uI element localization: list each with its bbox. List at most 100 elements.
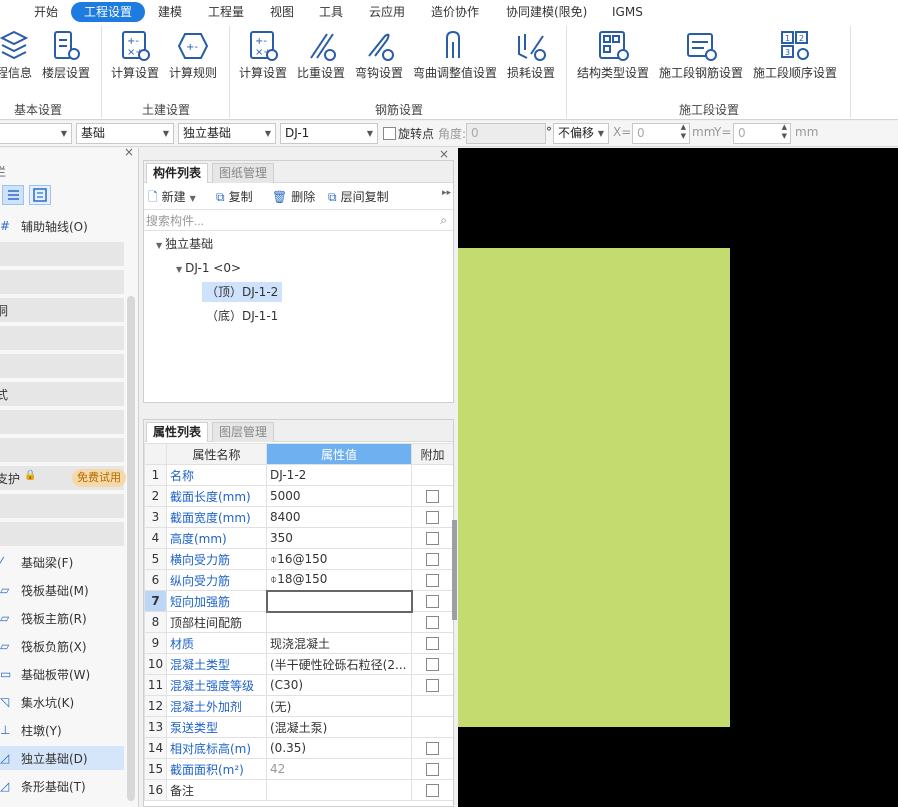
section-order-settings-button[interactable]: 123 施工段顺序设置	[750, 26, 840, 86]
property-row[interactable]: 12 混凝土外加剂 (无)	[144, 695, 453, 717]
new-button[interactable]: 🗋 新建 ▼	[148, 188, 196, 209]
bend-adjust-settings-button[interactable]: 弯曲调整值设置	[410, 26, 500, 86]
property-row[interactable]: 9 材质 现浇混凝土	[144, 632, 453, 654]
nav-item-style[interactable]: 式	[0, 382, 124, 406]
additional-checkbox[interactable]	[426, 490, 439, 503]
nav-item[interactable]	[0, 494, 124, 518]
property-row[interactable]: 7 短向加强筋	[144, 589, 453, 613]
property-row[interactable]: 14 相对底标高(m) (0.35)	[144, 737, 453, 759]
additional-checkbox[interactable]	[426, 679, 439, 692]
nav-item[interactable]	[0, 438, 124, 462]
property-row[interactable]: 1 名称 DJ-1-2	[144, 464, 453, 486]
nav-item-opening[interactable]: 洞	[0, 298, 124, 322]
nav-item-raft-negative-rebar[interactable]: ▱ 筏板负筋(X)	[0, 634, 124, 658]
menu-modeling[interactable]: 建模	[158, 2, 182, 22]
nav-item-sump-pit[interactable]: ◹ 集水坑(K)	[0, 690, 124, 714]
nav-item[interactable]	[0, 242, 124, 266]
close-icon[interactable]: ×	[124, 148, 134, 159]
delete-button[interactable]: 🗑 删除	[272, 188, 315, 205]
tree-leaf-bottom[interactable]: （底）DJ-1-1	[206, 306, 278, 326]
property-row[interactable]: 4 高度(mm) 350	[144, 527, 453, 549]
copy-button[interactable]: ⧉ 复制	[216, 188, 253, 205]
property-value[interactable]: (C30)	[266, 674, 412, 696]
tab-drawing-management[interactable]: 图纸管理	[212, 163, 275, 183]
menu-quantity[interactable]: 工程量	[208, 2, 244, 22]
nav-item-column-pier[interactable]: ⊥ 柱墩(Y)	[0, 718, 124, 742]
component-select[interactable]: DJ-1 ▼	[280, 123, 378, 144]
more-tools-icon[interactable]: ▸▸	[442, 188, 451, 198]
additional-checkbox[interactable]	[426, 532, 439, 545]
property-value[interactable]: 42	[266, 758, 412, 780]
calc-rules-button[interactable]: +- 计算规则	[166, 26, 220, 86]
structure-type-settings-button[interactable]: 结构类型设置	[575, 26, 651, 86]
property-value[interactable]	[266, 779, 412, 801]
menu-project-settings[interactable]: 工程设置	[71, 2, 145, 22]
property-row[interactable]: 15 截面面积(m²) 42	[144, 758, 453, 780]
spinner-arrows-icon[interactable]: ▲ ▼	[782, 123, 787, 141]
spinner-arrows-icon[interactable]: ▲ ▼	[681, 123, 686, 141]
property-value[interactable]: 5000	[266, 485, 412, 507]
additional-checkbox[interactable]	[426, 742, 439, 755]
rebar-calc-settings-button[interactable]: +- ×÷ 计算设置	[236, 26, 290, 86]
property-value[interactable]: 8400	[266, 506, 412, 528]
nav-item-foundation-beam[interactable]: ⁄ 基础梁(F)	[0, 550, 124, 574]
tree-node-root[interactable]: ▼ 独立基础	[156, 234, 213, 254]
additional-checkbox[interactable]	[426, 595, 440, 608]
menu-cost-collab[interactable]: 造价协作	[431, 2, 479, 22]
menu-collab-modeling[interactable]: 协同建模(限免)	[506, 2, 587, 22]
additional-checkbox[interactable]	[426, 637, 439, 650]
menu-tools[interactable]: 工具	[319, 2, 343, 22]
menu-igms[interactable]: IGMS	[612, 2, 643, 22]
property-value[interactable]	[266, 611, 412, 633]
property-value[interactable]: DJ-1-2	[266, 464, 412, 486]
tab-property-list[interactable]: 属性列表	[146, 422, 209, 442]
close-icon[interactable]: ×	[439, 147, 449, 161]
list-view-icon[interactable]	[2, 185, 24, 205]
nav-item-raft-foundation[interactable]: ▱ 筏板基础(M)	[0, 578, 124, 602]
floor-copy-button[interactable]: ⧉ 层间复制	[328, 188, 389, 205]
caret-down-icon[interactable]: ▼	[176, 265, 182, 274]
nav-item-aux-axis[interactable]: # 辅助轴线(O)	[0, 214, 124, 238]
menu-view[interactable]: 视图	[270, 2, 294, 22]
menu-start[interactable]: 开始	[34, 2, 58, 22]
property-row[interactable]: 11 混凝土强度等级 (C30)	[144, 674, 453, 696]
hook-settings-button[interactable]: 弯钩设置	[352, 26, 406, 86]
component-type-select[interactable]: 独立基础 ▼	[178, 123, 276, 144]
section-rebar-settings-button[interactable]: 施工段钢筋设置	[656, 26, 746, 86]
nav-item[interactable]	[0, 522, 124, 546]
nav-item[interactable]	[0, 354, 124, 378]
property-value[interactable]: (无)	[266, 695, 412, 717]
property-row[interactable]: 13 泵送类型 (混凝土泵)	[144, 716, 453, 738]
search-icon[interactable]: ⌕	[440, 213, 447, 228]
nav-item[interactable]	[0, 326, 124, 350]
caret-down-icon[interactable]: ▼	[156, 241, 162, 250]
additional-checkbox[interactable]	[426, 658, 439, 671]
close-icon[interactable]: ×	[439, 419, 449, 420]
property-row[interactable]: 5 横向受力筋 ⌽16@150	[144, 548, 453, 570]
component-search-input[interactable]	[146, 212, 426, 229]
y-offset-input[interactable]: 0 ▲ ▼	[733, 123, 791, 144]
detail-view-icon[interactable]	[29, 185, 51, 205]
drawing-canvas[interactable]	[458, 148, 898, 807]
property-row[interactable]: 6 纵向受力筋 ⌽18@150	[144, 569, 453, 591]
property-value[interactable]: (混凝土泵)	[266, 716, 412, 738]
additional-checkbox[interactable]	[426, 616, 439, 629]
additional-checkbox[interactable]	[426, 784, 439, 797]
property-value[interactable]: (0.35)	[266, 737, 412, 759]
tab-layer-management[interactable]: 图层管理	[212, 422, 275, 442]
weight-settings-button[interactable]: 比重设置	[294, 26, 348, 86]
civil-calc-settings-button[interactable]: +- ×÷ 计算设置	[108, 26, 162, 86]
additional-checkbox[interactable]	[426, 574, 439, 587]
property-value[interactable]: 现浇混凝土	[266, 632, 412, 654]
nav-item-raft-main-rebar[interactable]: ▱ 筏板主筋(R)	[0, 606, 124, 630]
additional-checkbox[interactable]	[426, 553, 439, 566]
nav-item-isolated-foundation[interactable]: ◿ 独立基础(D)	[0, 746, 124, 770]
tree-leaf-top[interactable]: （顶）DJ-1-2	[202, 282, 283, 302]
property-value[interactable]: ⌽18@150	[266, 569, 412, 591]
nav-item[interactable]	[0, 410, 124, 434]
free-trial-badge[interactable]: 免费试用	[72, 469, 126, 487]
property-row[interactable]: 10 混凝土类型 (半干硬性砼砾石粒径(2...	[144, 653, 453, 675]
floor-select[interactable]: ▼	[0, 123, 72, 144]
floor-settings-button[interactable]: 楼层设置	[38, 26, 94, 86]
category-select[interactable]: 基础 ▼	[76, 123, 174, 144]
